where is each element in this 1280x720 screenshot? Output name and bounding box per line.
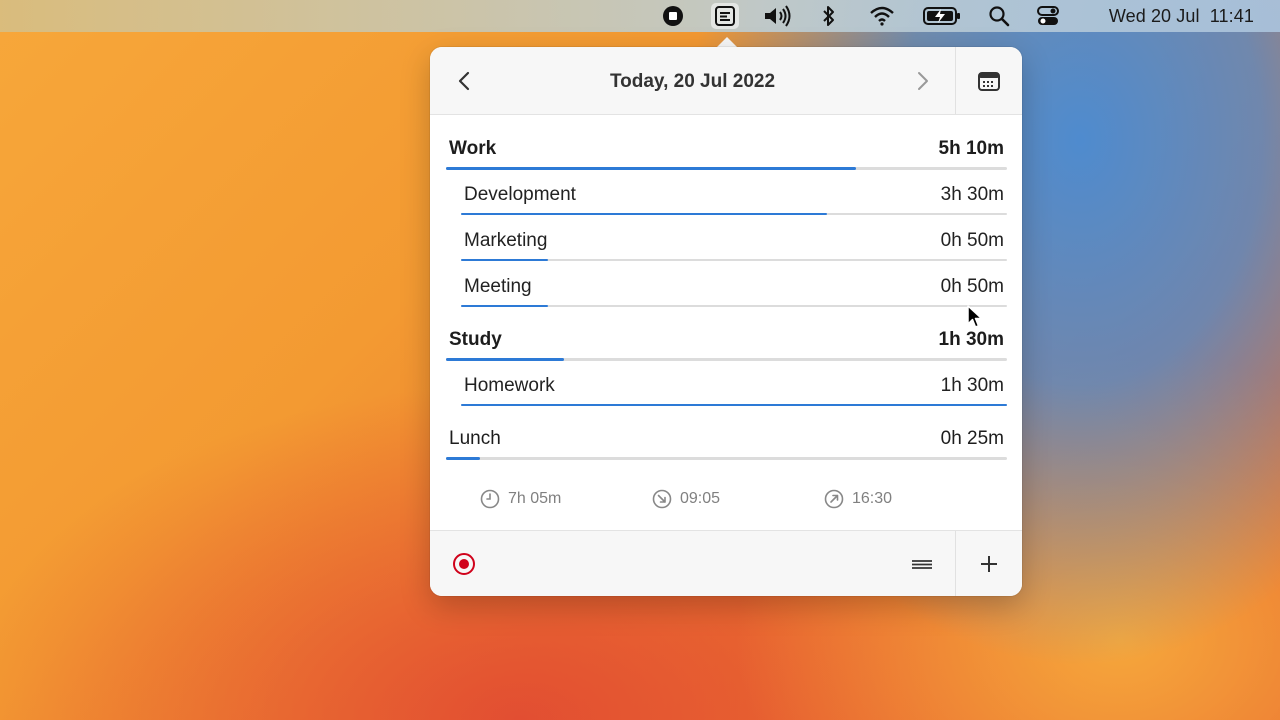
- progress-bar-work: [446, 167, 1007, 170]
- clock-icon: [480, 489, 500, 509]
- entry-label: Marketing: [464, 230, 548, 251]
- add-entry-button[interactable]: [956, 531, 1022, 596]
- progress-bar-homework: [461, 404, 1007, 406]
- progress-fill: [461, 213, 827, 215]
- battery-charging-icon[interactable]: [922, 3, 962, 29]
- start-time-value: 09:05: [680, 490, 721, 507]
- progress-bar-marketing: [461, 259, 1007, 261]
- entry-duration: 5h 10m: [938, 138, 1004, 159]
- entry-duration: 0h 25m: [940, 428, 1004, 449]
- day-summary: 7h 05m 09:05 16:30: [430, 484, 1022, 514]
- popover-footer: [430, 530, 1022, 596]
- timesheet-app-icon[interactable]: [711, 3, 739, 29]
- progress-fill: [446, 358, 564, 361]
- calendar-icon: [978, 71, 1000, 91]
- stop-icon[interactable]: [659, 3, 687, 29]
- arrow-out-icon: [824, 489, 844, 509]
- volume-icon[interactable]: [762, 3, 794, 29]
- entry-label: Study: [449, 329, 502, 350]
- calendar-button[interactable]: [956, 47, 1022, 114]
- entry-label: Development: [464, 184, 576, 205]
- task-row-homework[interactable]: Homework 1h 30m: [464, 375, 1004, 405]
- entry-label: Homework: [464, 375, 555, 396]
- entry-label: Work: [449, 138, 497, 159]
- group-row-work[interactable]: Work 5h 10m: [449, 138, 1004, 168]
- menubar-clock[interactable]: Wed 20 Jul 11:41: [1109, 0, 1254, 32]
- bluetooth-icon[interactable]: [815, 3, 843, 29]
- control-center-icon[interactable]: [1034, 3, 1062, 29]
- start-time-stat: 09:05: [652, 484, 720, 514]
- total-time-value: 7h 05m: [508, 490, 562, 507]
- group-row-lunch[interactable]: Lunch 0h 25m: [449, 428, 1004, 458]
- progress-fill: [446, 457, 480, 460]
- end-time-stat: 16:30: [824, 484, 892, 514]
- progress-bar-study: [446, 358, 1007, 361]
- entry-duration: 1h 30m: [940, 375, 1004, 396]
- popover-header: Today, 20 Jul 2022: [430, 47, 1022, 115]
- chevron-left-icon: [458, 71, 470, 90]
- clock-time: 11:41: [1209, 6, 1254, 26]
- arrow-in-icon: [652, 489, 672, 509]
- plus-icon: [981, 556, 997, 572]
- entry-label: Meeting: [464, 276, 532, 297]
- previous-day-button[interactable]: [444, 47, 484, 114]
- entry-duration: 3h 30m: [940, 184, 1004, 205]
- task-row-marketing[interactable]: Marketing 0h 50m: [464, 230, 1004, 260]
- page-title: Today, 20 Jul 2022: [609, 71, 776, 92]
- chevron-right-icon: [918, 71, 928, 90]
- entry-label: Lunch: [449, 428, 501, 449]
- entry-duration: 0h 50m: [940, 230, 1004, 251]
- menu-bar: Wed 20 Jul 11:41: [0, 0, 1280, 32]
- next-day-button[interactable]: [903, 47, 943, 114]
- clock-day: Wed 20 Jul: [1108, 6, 1200, 26]
- group-row-study[interactable]: Study 1h 30m: [449, 329, 1004, 359]
- record-icon: [453, 553, 475, 575]
- task-row-meeting[interactable]: Meeting 0h 50m: [464, 276, 1004, 306]
- progress-fill: [446, 167, 856, 170]
- progress-bar-development: [461, 213, 1007, 215]
- hamburger-menu-icon: [912, 560, 932, 569]
- progress-fill: [461, 305, 549, 307]
- end-time-value: 16:30: [852, 490, 893, 507]
- progress-fill: [461, 259, 549, 261]
- timesheet-popover: Today, 20 Jul 2022 Work 5h 10m Developme…: [430, 47, 1022, 596]
- total-time-stat: 7h 05m: [480, 484, 561, 514]
- wifi-icon[interactable]: [867, 3, 897, 29]
- mouse-cursor: [966, 304, 984, 335]
- task-row-development[interactable]: Development 3h 30m: [464, 184, 1004, 214]
- progress-bar-lunch: [446, 457, 1007, 460]
- menu-button[interactable]: [902, 531, 942, 596]
- entry-duration: 0h 50m: [940, 276, 1004, 297]
- progress-bar-meeting: [461, 305, 1007, 307]
- record-button[interactable]: [444, 531, 484, 596]
- progress-fill: [461, 404, 1007, 406]
- spotlight-search-icon[interactable]: [985, 3, 1013, 29]
